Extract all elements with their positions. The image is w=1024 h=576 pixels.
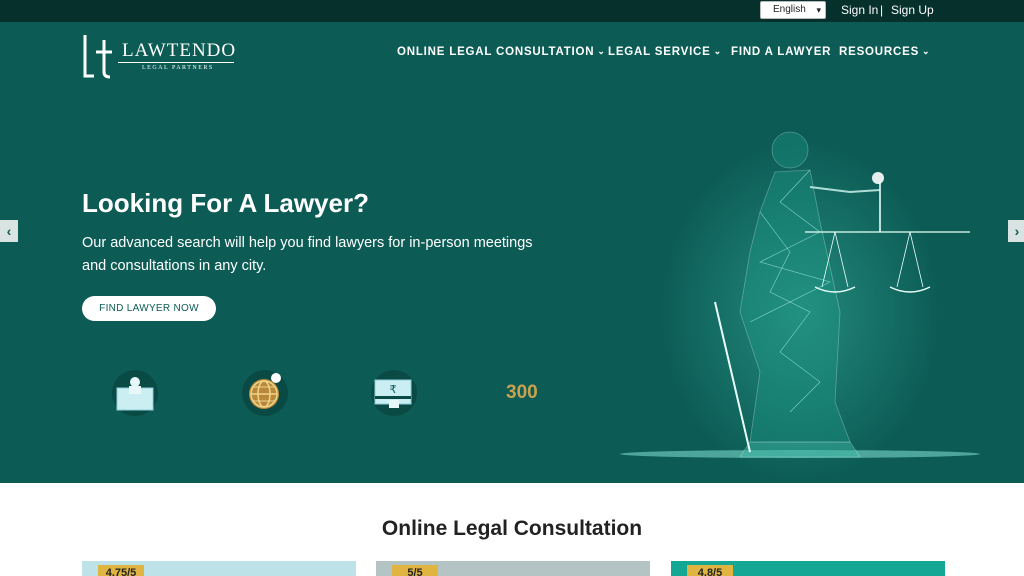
chevron-left-icon: ‹ (6, 223, 12, 239)
stat-counter: 300 (506, 382, 538, 403)
slider-prev-button[interactable]: ‹ (0, 220, 18, 242)
consultation-card[interactable]: 4.8/5 (671, 561, 945, 576)
hero-description: Our advanced search will help you find l… (82, 235, 533, 274)
nav-label: ONLINE LEGAL CONSULTATION (397, 46, 595, 58)
sign-in-link[interactable]: Sign In (841, 3, 878, 17)
rupee-payment-icon: ₹ (371, 370, 417, 416)
rating-badge: 5/5 (392, 565, 438, 576)
nav-label: LEGAL SERVICE (608, 46, 711, 58)
logo-tagline: LEGAL PARTNERS (142, 65, 214, 71)
language-select-value: English (773, 4, 806, 15)
logo-mark-icon (83, 35, 112, 79)
nav-label: FIND A LAWYER (731, 46, 832, 58)
logo-divider (118, 62, 234, 63)
lawyer-desk-icon (112, 370, 158, 416)
hero-banner: LAWTENDO LEGAL PARTNERS ONLINE LEGAL CON… (0, 22, 1024, 483)
chevron-down-icon: ⌄ (597, 46, 606, 56)
rating-badge: 4.75/5 (98, 565, 144, 576)
chevron-down-icon: ▾ (816, 5, 821, 15)
sign-up-link[interactable]: Sign Up (891, 3, 934, 17)
nav-legal-service[interactable]: LEGAL SERVICE ⌄ (608, 46, 722, 58)
consultation-card[interactable]: 4.75/5 (82, 561, 356, 576)
section-title: Online Legal Consultation (381, 517, 643, 540)
language-select[interactable]: English ▾ (760, 1, 826, 19)
svg-text:₹: ₹ (390, 383, 397, 396)
lawtendo-logo[interactable]: LAWTENDO LEGAL PARTNERS (82, 32, 242, 82)
consultation-card[interactable]: 5/5 (376, 561, 650, 576)
lady-justice-scales-icon (620, 131, 980, 482)
rating-badge: 4.8/5 (687, 565, 733, 576)
slider-next-button[interactable]: › (1008, 220, 1024, 242)
nav-online-legal-consultation[interactable]: ONLINE LEGAL CONSULTATION ⌄ (397, 46, 606, 58)
globe-location-icon (242, 370, 288, 416)
hero-title: Looking For A Lawyer? (82, 188, 369, 218)
nav-resources[interactable]: RESOURCES ⌄ (839, 46, 930, 58)
logo-wordmark: LAWTENDO (122, 40, 237, 61)
find-lawyer-now-button[interactable]: FIND LAWYER NOW (82, 296, 216, 321)
chevron-down-icon: ⌄ (922, 46, 931, 56)
chevron-down-icon: ⌄ (713, 46, 722, 56)
top-separator: | (880, 3, 884, 17)
nav-label: RESOURCES (839, 46, 920, 58)
nav-find-a-lawyer[interactable]: FIND A LAWYER (731, 46, 831, 58)
chevron-right-icon: › (1014, 223, 1020, 239)
top-bar: English ▾ Sign In | Sign Up (0, 0, 1024, 22)
